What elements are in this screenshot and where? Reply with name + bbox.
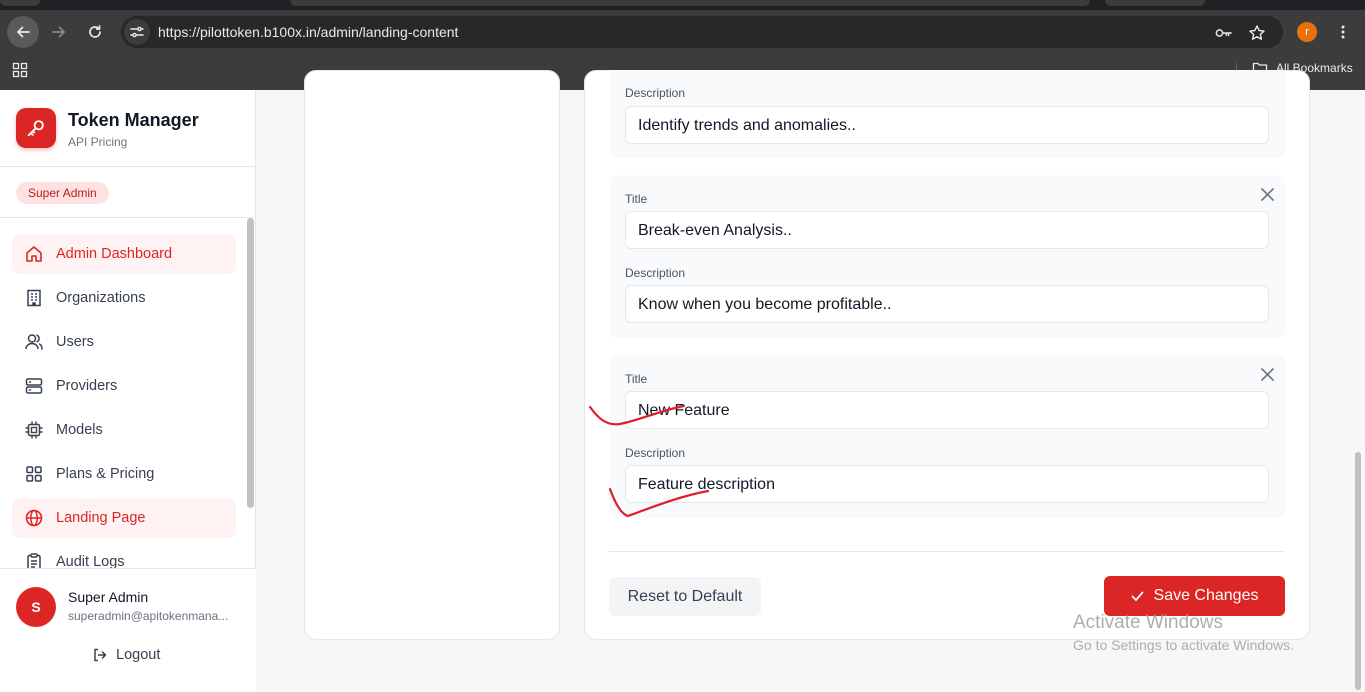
sidebar-item-users[interactable]: Users [12,322,236,362]
apps-grid-icon [12,62,28,78]
key-icon [27,120,44,137]
brand-logo [16,108,56,148]
active-tab-edge[interactable] [290,0,1090,6]
save-changes-label: Save Changes [1153,587,1259,604]
title-input[interactable]: New Feature [625,391,1269,429]
title-label: Title [625,372,648,386]
browser-toolbar: https://pilottoken.b100x.in/admin/landin… [0,10,1365,55]
brand: Token Manager API Pricing [16,108,199,149]
role-badge: Super Admin [16,182,109,204]
address-bar[interactable]: https://pilottoken.b100x.in/admin/landin… [121,16,1283,48]
brand-title: Token Manager [68,110,199,130]
title-label: Title [625,192,648,206]
star-icon [1249,25,1265,40]
description-label: Description [625,266,686,280]
feature-item: Title New Feature Description Feature de… [609,355,1285,518]
divider [609,551,1285,552]
sidebar-item-label: Organizations [56,290,146,306]
sidebar-item-label: Landing Page [56,510,146,526]
sidebar-scrollbar[interactable] [247,218,254,508]
sidebar-item-label: Models [56,422,103,438]
description-input[interactable]: Know when you become profitable.. [625,285,1269,323]
sidebar-nav: Admin Dashboard Organizations Users Prov… [12,234,236,586]
arrow-left-icon [17,26,30,38]
remove-feature-button[interactable] [1259,186,1275,202]
sidebar-item-admin-dashboard[interactable]: Admin Dashboard [12,234,236,274]
profile-avatar[interactable]: r [1297,22,1317,42]
description-label: Description [625,446,686,460]
browser-tab-strip [0,0,1365,10]
feature-item: Title Break-even Analysis.. Description … [609,175,1285,338]
reload-icon [89,25,101,38]
sidebar-item-models[interactable]: Models [12,410,236,450]
divider [0,217,256,218]
save-changes-button[interactable]: Save Changes [1104,576,1285,616]
more-vert-icon [1341,25,1345,39]
tab-edge[interactable] [0,0,40,6]
reset-to-default-button[interactable]: Reset to Default [609,577,761,616]
windows-activation-watermark: Activate Windows Go to Settings to activ… [1073,612,1294,653]
sidebar-item-organizations[interactable]: Organizations [12,278,236,318]
logout-icon [94,648,107,662]
users-icon [25,334,43,350]
brand-subtitle: API Pricing [68,135,128,149]
description-label: Description [625,86,686,100]
watermark-title: Activate Windows [1073,612,1223,633]
browser-menu-button[interactable] [1333,22,1353,42]
grid-icon [26,466,42,482]
forward-button[interactable] [43,16,75,48]
cpu-icon [25,421,43,439]
divider [0,166,256,167]
user-name: Super Admin [68,589,149,605]
sidebar: Token Manager API Pricing Super Admin Ad… [0,90,256,692]
close-icon [1260,367,1274,381]
reload-button[interactable] [79,16,111,48]
apps-button[interactable] [12,62,28,83]
site-info-button[interactable] [124,19,150,45]
bookmark-star-button[interactable] [1248,24,1266,42]
sidebar-item-landing-page[interactable]: Landing Page [12,498,236,538]
back-button[interactable] [7,16,39,48]
tab-edge[interactable] [1105,0,1205,6]
watermark-subtitle: Go to Settings to activate Windows. [1073,637,1294,653]
title-input[interactable]: Break-even Analysis.. [625,211,1269,249]
check-icon [1131,591,1143,601]
building-icon [27,289,41,307]
section-nav-card [304,70,560,640]
sidebar-item-label: Providers [56,378,118,394]
user-profile: S Super Admin superadmin@apitokenmana...… [0,568,256,692]
sidebar-item-plans-pricing[interactable]: Plans & Pricing [12,454,236,494]
page-scrollbar[interactable] [1355,452,1361,690]
url-text[interactable]: https://pilottoken.b100x.in/admin/landin… [158,24,458,40]
description-input[interactable]: Feature description [625,465,1269,503]
server-icon [25,378,43,394]
close-icon [1260,187,1274,201]
avatar: S [16,587,56,627]
sidebar-item-providers[interactable]: Providers [12,366,236,406]
tune-icon [130,26,144,38]
sidebar-item-label: Admin Dashboard [56,246,173,262]
description-input[interactable]: Identify trends and anomalies.. [625,106,1269,144]
arrow-right-icon [52,26,65,38]
user-email: superadmin@apitokenmana... [68,609,229,623]
key-icon [1215,29,1232,37]
feature-item: Description Identify trends and anomalie… [609,70,1285,158]
logout-label: Logout [116,647,161,663]
sidebar-item-label: Plans & Pricing [56,466,155,482]
home-icon [26,246,42,262]
password-key-button[interactable] [1215,24,1233,42]
logout-button[interactable]: Logout [92,647,160,663]
globe-icon [25,509,43,527]
sidebar-item-label: Users [56,334,94,350]
remove-feature-button[interactable] [1259,366,1275,382]
